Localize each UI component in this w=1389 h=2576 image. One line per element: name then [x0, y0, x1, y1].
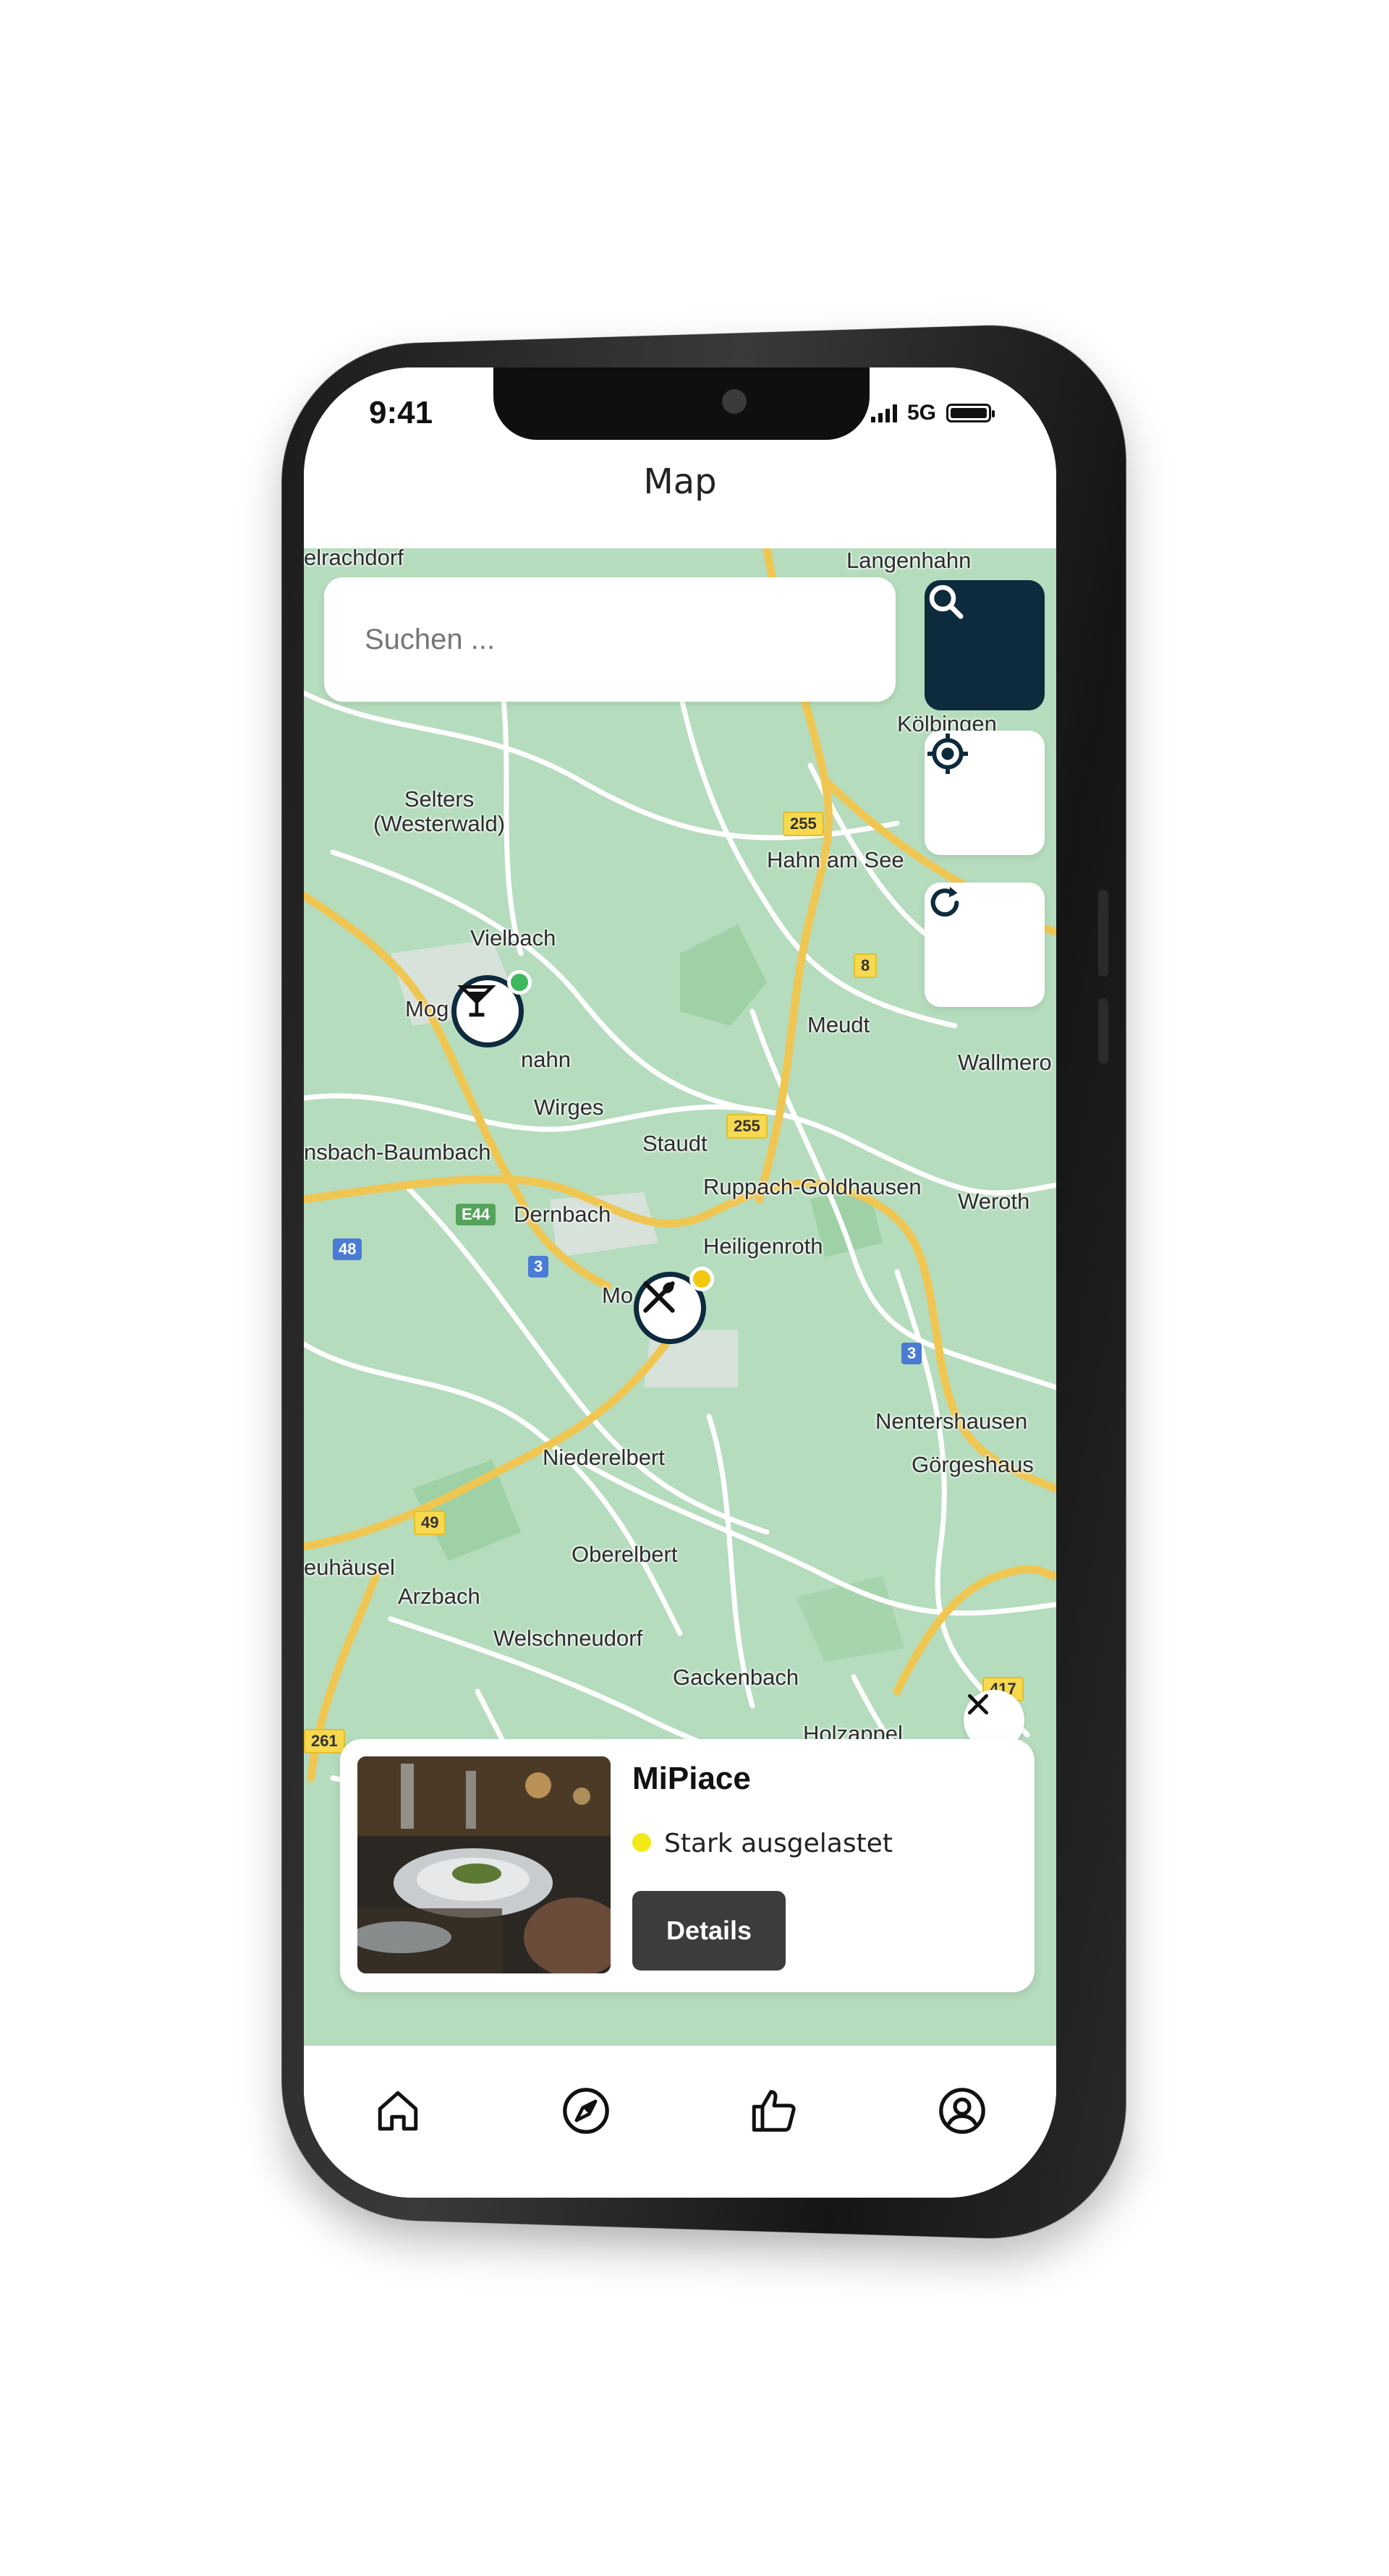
phone-screen: 255 8 255 E44 48 3 3 49 417 261 Selters …: [304, 367, 1056, 2198]
search-icon: [925, 580, 968, 624]
road-shield: E44: [456, 1204, 496, 1225]
road-shield: 3: [901, 1343, 922, 1364]
status-indicators: 5G: [871, 401, 991, 425]
venue-photo: [357, 1756, 611, 1973]
power-button: [1098, 890, 1108, 977]
road-shield: 255: [783, 812, 824, 836]
camera: [722, 389, 747, 414]
place-label: Langenhahn: [846, 548, 971, 573]
place-label: nsbach-Baumbach: [304, 1140, 491, 1165]
cocktail-icon: [456, 980, 497, 1021]
cutlery-icon: [639, 1277, 679, 1317]
place-label: Niederelbert: [543, 1445, 665, 1470]
place-label: Oberelbert: [572, 1542, 677, 1567]
tab-profile[interactable]: [926, 2075, 998, 2147]
place-label: Ruppach-Goldhausen: [703, 1175, 922, 1199]
status-time: 9:41: [369, 395, 433, 431]
road-shield: 49: [414, 1510, 446, 1535]
status-indicator: [632, 1833, 651, 1852]
tab-favorites[interactable]: [738, 2075, 810, 2147]
map-pin-restaurant[interactable]: [634, 1272, 706, 1344]
details-button[interactable]: Details: [632, 1891, 786, 1971]
locate-icon: [925, 731, 971, 777]
home-icon: [374, 2087, 422, 2135]
thumbs-up-icon: [749, 2086, 799, 2136]
road-shield: 8: [854, 953, 877, 978]
signal-icon: [871, 404, 897, 422]
page-title: Map: [304, 462, 1056, 502]
road-shield: 3: [528, 1256, 548, 1278]
place-label: nahn: [521, 1047, 571, 1072]
search-input[interactable]: [324, 577, 896, 702]
place-label: Welschneudorf: [493, 1626, 642, 1651]
road-shield: 261: [304, 1729, 345, 1754]
occupancy-indicator: [507, 970, 532, 995]
occupancy-indicator: [689, 1267, 714, 1291]
notch: [493, 367, 870, 440]
road-shield: 255: [726, 1114, 768, 1139]
tab-bar: [304, 2046, 1056, 2198]
place-label: Vielbach: [470, 926, 556, 951]
venue-status: Stark ausgelastet: [664, 1829, 893, 1858]
place-label: elrachdorf: [304, 548, 404, 570]
place-label: Nentershausen: [875, 1409, 1027, 1434]
venue-name: MiPiace: [632, 1761, 751, 1797]
road-shield: 48: [333, 1238, 362, 1260]
map-pin-bar[interactable]: [451, 975, 524, 1047]
map[interactable]: 255 8 255 E44 48 3 3 49 417 261 Selters …: [304, 548, 1056, 2046]
tab-explore[interactable]: [550, 2075, 622, 2147]
refresh-button[interactable]: [925, 883, 1045, 1007]
place-label: Dernbach: [514, 1202, 611, 1227]
locate-button[interactable]: [925, 731, 1045, 855]
compass-icon: [561, 2086, 611, 2136]
venue-info-card[interactable]: MiPiace Stark ausgelastet Details: [340, 1739, 1035, 1992]
refresh-icon: [925, 883, 965, 923]
place-label: Görgeshaus: [912, 1453, 1034, 1477]
place-label: Hahn am See: [767, 848, 904, 872]
venue-image: [357, 1756, 611, 1973]
place-label: Wallmero: [958, 1050, 1052, 1075]
battery-icon: [946, 404, 991, 422]
tab-home[interactable]: [362, 2075, 434, 2147]
place-label: Wirges: [534, 1095, 603, 1120]
place-label: Meudt: [807, 1013, 870, 1037]
place-label: Gackenbach: [673, 1665, 799, 1690]
user-icon: [937, 2086, 987, 2136]
side-button: [1098, 998, 1108, 1063]
place-label: Weroth: [958, 1189, 1029, 1214]
network-label: 5G: [907, 401, 936, 425]
search-button[interactable]: [925, 580, 1045, 710]
close-icon: [964, 1690, 993, 1719]
place-label: Mog: [405, 997, 449, 1021]
place-label: Heiligenroth: [703, 1234, 823, 1259]
place-label: Mo: [602, 1283, 633, 1308]
place-label: Selters (Westerwald): [373, 787, 505, 836]
place-label: Arzbach: [398, 1584, 480, 1609]
place-label: euhäusel: [304, 1555, 395, 1580]
stage: 255 8 255 E44 48 3 3 49 417 261 Selters …: [0, 0, 1389, 2576]
place-label: Staudt: [642, 1131, 708, 1156]
